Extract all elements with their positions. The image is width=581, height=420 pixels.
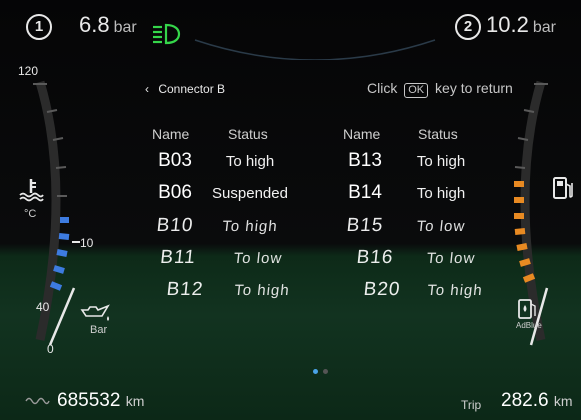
left-row-2-status: Suspended <box>212 185 288 202</box>
left-row-3-status: To high <box>221 218 279 235</box>
oil-pressure-icon <box>80 304 110 321</box>
temp-scale-bottom: 0 <box>47 342 54 356</box>
left-row-5-status: To high <box>233 282 291 299</box>
temp-scale-mid: 10 <box>80 236 94 250</box>
page-dot-inactive[interactable] <box>323 369 328 374</box>
right-row-1-status: To high <box>416 153 466 170</box>
back-chevron-icon[interactable]: ‹ <box>145 82 149 96</box>
breadcrumb[interactable]: ‹ Connector B <box>145 82 225 96</box>
instrument-cluster-screen: 1 6.8 bar 2 10.2 bar 120 10 40 0 °C Bar … <box>0 0 581 420</box>
temp-scale-low: 40 <box>36 300 50 314</box>
right-status-header: Status <box>418 126 458 142</box>
temp-scale-top: 120 <box>18 64 39 78</box>
coolant-temperature-icon <box>19 179 44 202</box>
fuel-pump-icon <box>553 177 573 199</box>
left-row-4-status: To low <box>232 250 284 267</box>
odometer-road-icon <box>25 397 50 405</box>
left-status-header: Status <box>228 126 268 142</box>
adblue-icon <box>518 299 536 319</box>
hint-prefix: Click <box>367 80 398 96</box>
return-hint: Click OK key to return <box>367 80 513 98</box>
page-indicator <box>313 361 333 379</box>
right-row-2-status: To high <box>416 185 466 202</box>
odometer-unit: km <box>125 393 145 409</box>
odometer-value: 685532 <box>57 390 121 411</box>
trip-meter: 282.6 km <box>501 390 573 412</box>
adblue-label: AdBlue <box>516 321 542 330</box>
oil-pressure-unit-label: Bar <box>90 324 108 336</box>
right-row-3-status: To low <box>415 218 467 235</box>
trip-unit: km <box>553 393 573 409</box>
breadcrumb-label: Connector B <box>158 82 226 96</box>
right-row-5-status: To high <box>426 282 484 299</box>
left-name-header: Name <box>152 126 190 142</box>
trip-label: Trip <box>461 398 482 412</box>
ok-key-badge: OK <box>404 83 429 98</box>
left-row-1-status: To high <box>225 153 275 170</box>
odometer: 685532 km <box>57 390 144 412</box>
headlight-icon <box>153 23 181 45</box>
top-divider-curve <box>194 39 436 60</box>
trip-value: 282.6 <box>501 390 549 411</box>
hint-suffix: key to return <box>435 80 513 96</box>
right-row-4-status: To low <box>425 250 477 267</box>
temp-unit-label: °C <box>24 208 37 220</box>
right-name-header: Name <box>343 126 381 142</box>
page-dot-active[interactable] <box>313 369 318 374</box>
